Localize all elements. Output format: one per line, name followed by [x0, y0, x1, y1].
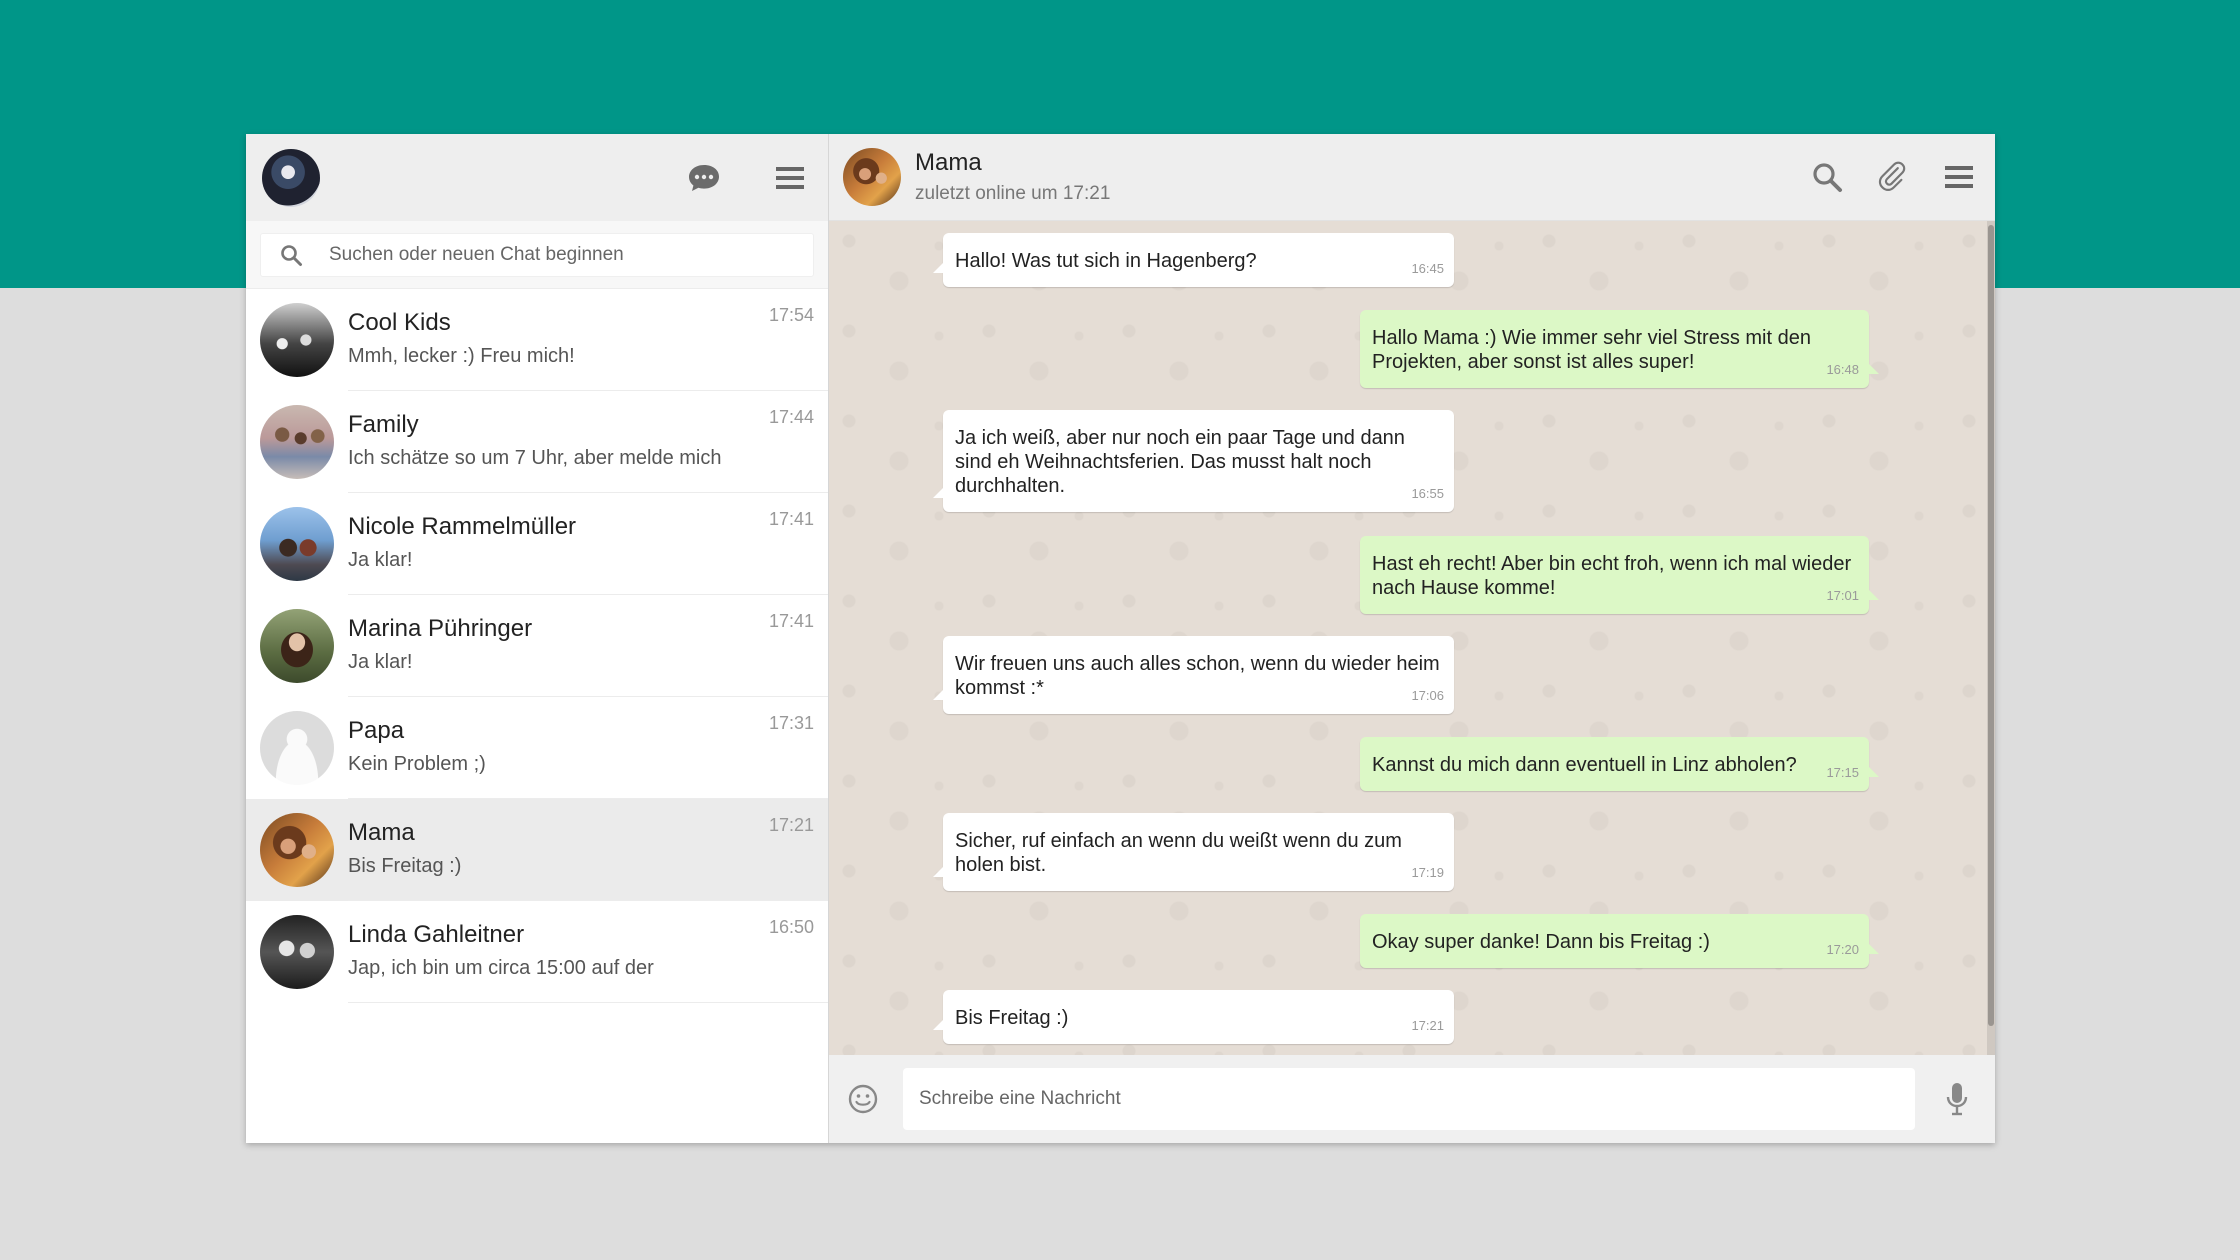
- emoji-icon[interactable]: [847, 1083, 879, 1115]
- chat-time: 17:41: [768, 509, 814, 529]
- chat-list: Cool Kids Mmh, lecker :) Freu mich! 17:5…: [246, 289, 828, 1143]
- chat-item-marina[interactable]: Marina Pühringer Ja klar! 17:41: [246, 595, 828, 697]
- message-outgoing: Hast eh recht! Aber bin echt froh, wenn …: [1360, 536, 1879, 614]
- chat-preview: Ja klar!: [348, 651, 413, 673]
- message-time: 16:55: [1411, 486, 1444, 501]
- new-chat-icon[interactable]: [682, 156, 726, 200]
- message-text: Bis Freitag :): [955, 1007, 1069, 1029]
- message-time: 17:01: [1826, 588, 1859, 603]
- message-text: Hallo Mama :) Wie immer sehr viel Stress…: [1372, 327, 1811, 373]
- chat-time: 16:50: [768, 917, 814, 937]
- message-time: 16:48: [1826, 362, 1859, 377]
- chat-name: Mama: [348, 819, 415, 846]
- sidebar-header: [246, 134, 828, 221]
- message-incoming: Ja ich weiß, aber nur noch ein paar Tage…: [933, 410, 1454, 512]
- chat-preview: Jap, ich bin um circa 15:00 auf der: [348, 957, 654, 979]
- chat-name: Linda Gahleitner: [348, 921, 525, 948]
- message-outgoing: Hallo Mama :) Wie immer sehr viel Stress…: [1360, 310, 1879, 388]
- whatsapp-window: Cool Kids Mmh, lecker :) Freu mich! 17:5…: [246, 134, 1995, 1143]
- conversation-pane: Mama zuletzt online um 17:21 Hallo! Was …: [829, 134, 1995, 1143]
- chat-item-mama[interactable]: Mama Bis Freitag :) 17:21: [246, 799, 828, 901]
- contact-status: zuletzt online um 17:21: [915, 183, 1111, 204]
- conversation-header: Mama zuletzt online um 17:21: [829, 134, 1995, 221]
- chat-item-cool-kids[interactable]: Cool Kids Mmh, lecker :) Freu mich! 17:5…: [246, 289, 828, 391]
- chat-name: Family: [348, 411, 419, 438]
- chat-time: 17:41: [768, 611, 814, 631]
- message-incoming: Bis Freitag :) 17:21: [933, 990, 1454, 1044]
- chat-preview: Bis Freitag :): [348, 855, 462, 877]
- message-text: Wir freuen uns auch alles schon, wenn du…: [955, 653, 1440, 699]
- chat-item-nicole[interactable]: Nicole Rammelmüller Ja klar! 17:41: [246, 493, 828, 595]
- message-area[interactable]: Hallo! Was tut sich in Hagenberg? 16:45 …: [829, 221, 1995, 1055]
- scrollbar[interactable]: [1987, 221, 1995, 1055]
- composer: [829, 1055, 1995, 1143]
- message-text: Ja ich weiß, aber nur noch ein paar Tage…: [955, 427, 1405, 497]
- avatar: [260, 303, 334, 377]
- message-input[interactable]: [903, 1068, 1915, 1130]
- message-incoming: Hallo! Was tut sich in Hagenberg? 16:45: [933, 233, 1454, 287]
- message-time: 17:21: [1411, 1018, 1444, 1033]
- avatar: [260, 405, 334, 479]
- chat-time: 17:54: [768, 305, 814, 325]
- chat-preview: Ich schätze so um 7 Uhr, aber melde mich: [348, 447, 722, 469]
- message-incoming: Wir freuen uns auch alles schon, wenn du…: [933, 636, 1454, 714]
- chat-name: Nicole Rammelmüller: [348, 513, 577, 540]
- chat-name: Papa: [348, 717, 405, 744]
- message-time: 16:45: [1411, 261, 1444, 276]
- message-text: Hast eh recht! Aber bin echt froh, wenn …: [1372, 553, 1852, 599]
- default-avatar-icon: [260, 711, 334, 785]
- menu-icon[interactable]: [1937, 155, 1981, 199]
- message-time: 17:20: [1826, 942, 1859, 957]
- avatar: [260, 609, 334, 683]
- message-outgoing: Okay super danke! Dann bis Freitag :) 17…: [1360, 914, 1879, 968]
- avatar: [260, 813, 334, 887]
- message-text: Kannst du mich dann eventuell in Linz ab…: [1372, 754, 1797, 776]
- message-time: 17:06: [1411, 688, 1444, 703]
- chat-item-papa[interactable]: Papa Kein Problem ;) 17:31: [246, 697, 828, 799]
- contact-name: Mama: [915, 149, 982, 176]
- message-time: 17:19: [1411, 865, 1444, 880]
- chat-item-linda[interactable]: Linda Gahleitner Jap, ich bin um circa 1…: [246, 901, 828, 1003]
- chat-name: Cool Kids: [348, 309, 451, 336]
- attach-icon[interactable]: [1871, 155, 1915, 199]
- message-text: Hallo! Was tut sich in Hagenberg?: [955, 250, 1257, 272]
- message-text: Sicher, ruf einfach an wenn du weißt wen…: [955, 830, 1402, 876]
- search-box: [260, 233, 814, 277]
- avatar: [260, 915, 334, 989]
- message-time: 17:15: [1826, 765, 1859, 780]
- chat-time: 17:44: [768, 407, 814, 427]
- search-bar: [246, 221, 828, 289]
- menu-icon[interactable]: [768, 156, 812, 200]
- profile-avatar[interactable]: [262, 148, 320, 207]
- message-text: Okay super danke! Dann bis Freitag :): [1372, 931, 1710, 953]
- chat-time: 17:21: [768, 815, 814, 835]
- chat-time: 17:31: [768, 713, 814, 733]
- sidebar: Cool Kids Mmh, lecker :) Freu mich! 17:5…: [246, 134, 829, 1143]
- message-outgoing: Kannst du mich dann eventuell in Linz ab…: [1360, 737, 1879, 791]
- chat-item-family[interactable]: Family Ich schätze so um 7 Uhr, aber mel…: [246, 391, 828, 493]
- chat-preview: Ja klar!: [348, 549, 413, 571]
- contact-avatar[interactable]: [843, 148, 901, 206]
- search-icon: [279, 242, 305, 268]
- search-icon[interactable]: [1805, 155, 1849, 199]
- chat-preview: Kein Problem ;): [348, 753, 486, 775]
- contact-info[interactable]: Mama zuletzt online um 17:21: [915, 149, 1783, 205]
- microphone-icon[interactable]: [1937, 1079, 1977, 1119]
- scrollbar-thumb[interactable]: [1988, 225, 1994, 1026]
- message-incoming: Sicher, ruf einfach an wenn du weißt wen…: [933, 813, 1454, 891]
- search-input[interactable]: [329, 244, 795, 266]
- chat-preview: Mmh, lecker :) Freu mich!: [348, 345, 575, 367]
- chat-name: Marina Pühringer: [348, 615, 533, 642]
- avatar: [260, 507, 334, 581]
